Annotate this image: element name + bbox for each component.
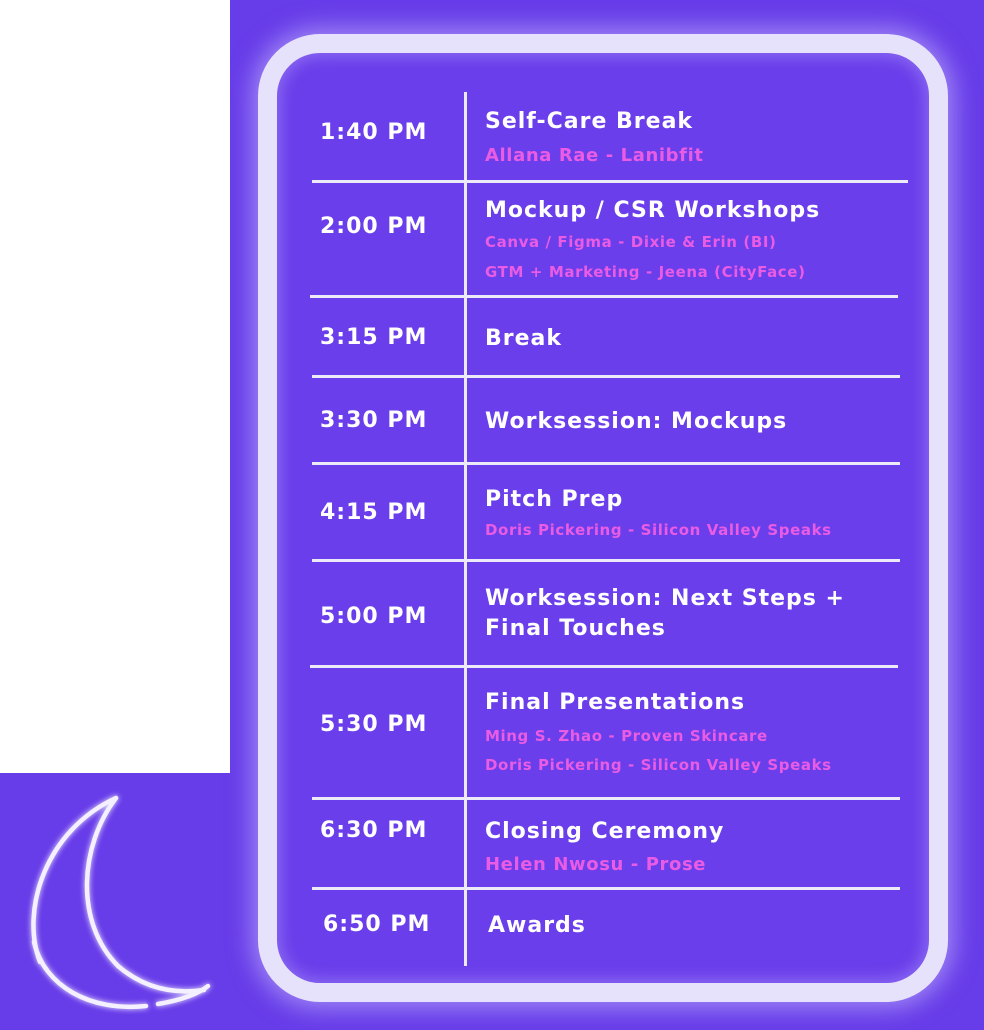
speaker-name: Allana Rae - Lanibfit — [485, 145, 704, 166]
time-label: 3:15 PM — [320, 325, 428, 350]
session-title-line: Final Touches — [485, 616, 666, 641]
row-divider — [312, 462, 900, 465]
row-divider — [312, 797, 900, 800]
time-label: 3:30 PM — [320, 408, 428, 433]
row-divider — [312, 559, 900, 562]
time-label: 4:15 PM — [320, 500, 428, 525]
session-title: Worksession: Mockups — [485, 409, 788, 434]
time-label: 6:50 PM — [323, 912, 431, 937]
crescent-moon-icon — [31, 795, 211, 1010]
session-title: Self-Care Break — [485, 109, 694, 134]
row-divider — [312, 375, 900, 378]
column-divider — [464, 92, 467, 966]
speaker-name: Canva / Figma - Dixie & Erin (BI) — [485, 233, 777, 251]
row-divider — [312, 887, 900, 890]
time-label: 2:00 PM — [320, 214, 428, 239]
speaker-name: Doris Pickering - Silicon Valley Speaks — [485, 756, 832, 774]
session-title: Break — [485, 326, 563, 351]
time-label: 5:00 PM — [320, 604, 428, 629]
speaker-name: Ming S. Zhao - Proven Skincare — [485, 727, 768, 745]
speaker-name: Helen Nwosu - Prose — [485, 854, 707, 875]
row-divider — [310, 295, 898, 298]
session-title-line: Worksession: Next Steps + — [485, 586, 845, 611]
speaker-name: GTM + Marketing - Jeena (CityFace) — [485, 263, 806, 281]
session-title: Awards — [488, 913, 586, 938]
session-title: Mockup / CSR Workshops — [485, 198, 821, 223]
time-label: 6:30 PM — [320, 818, 428, 843]
row-divider — [312, 180, 908, 183]
speaker-name: Doris Pickering - Silicon Valley Speaks — [485, 521, 832, 539]
row-divider — [310, 665, 898, 668]
time-label: 1:40 PM — [320, 120, 428, 145]
session-title: Closing Ceremony — [485, 819, 725, 844]
time-label: 5:30 PM — [320, 712, 428, 737]
session-title: Final Presentations — [485, 690, 746, 715]
session-title: Pitch Prep — [485, 487, 624, 512]
